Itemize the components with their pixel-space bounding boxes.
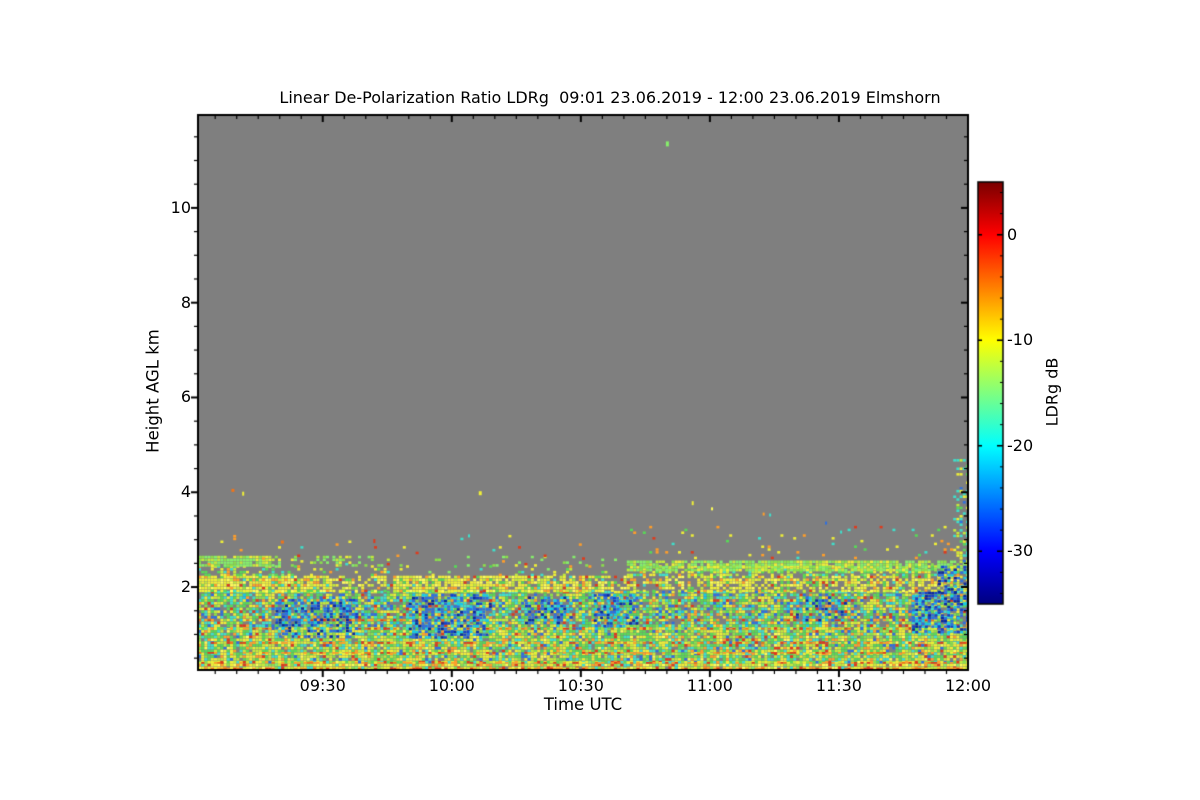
ldr-time-height-figure: Linear De-Polarization Ratio LDRg 09:01 … bbox=[0, 0, 1200, 800]
x-axis-label: Time UTC bbox=[543, 695, 623, 714]
colorbar-label: LDRg dB bbox=[1042, 357, 1062, 427]
colorbar-tick-label: 0 bbox=[1007, 224, 1018, 244]
x-tick-label: 10:30 bbox=[557, 676, 604, 695]
y-tick-label: 8 bbox=[180, 292, 191, 312]
x-tick-label: 11:00 bbox=[686, 676, 733, 695]
chart-title: Linear De-Polarization Ratio LDRg 09:01 … bbox=[279, 88, 941, 107]
y-tick-label: 2 bbox=[180, 577, 191, 597]
x-tick-label: 09:30 bbox=[299, 676, 346, 695]
colorbar-tick-label: -10 bbox=[1007, 330, 1034, 350]
x-tick-label: 12:00 bbox=[944, 676, 992, 695]
x-tick-label: 10:00 bbox=[428, 676, 475, 695]
y-tick-label: 6 bbox=[180, 387, 191, 407]
y-tick-label: 4 bbox=[180, 482, 191, 502]
colorbar-tick-label: -30 bbox=[1007, 541, 1034, 561]
x-tick-label: 11:30 bbox=[815, 676, 862, 695]
colorbar-tick-label: -20 bbox=[1007, 435, 1034, 455]
y-tick-label: 10 bbox=[170, 197, 191, 217]
